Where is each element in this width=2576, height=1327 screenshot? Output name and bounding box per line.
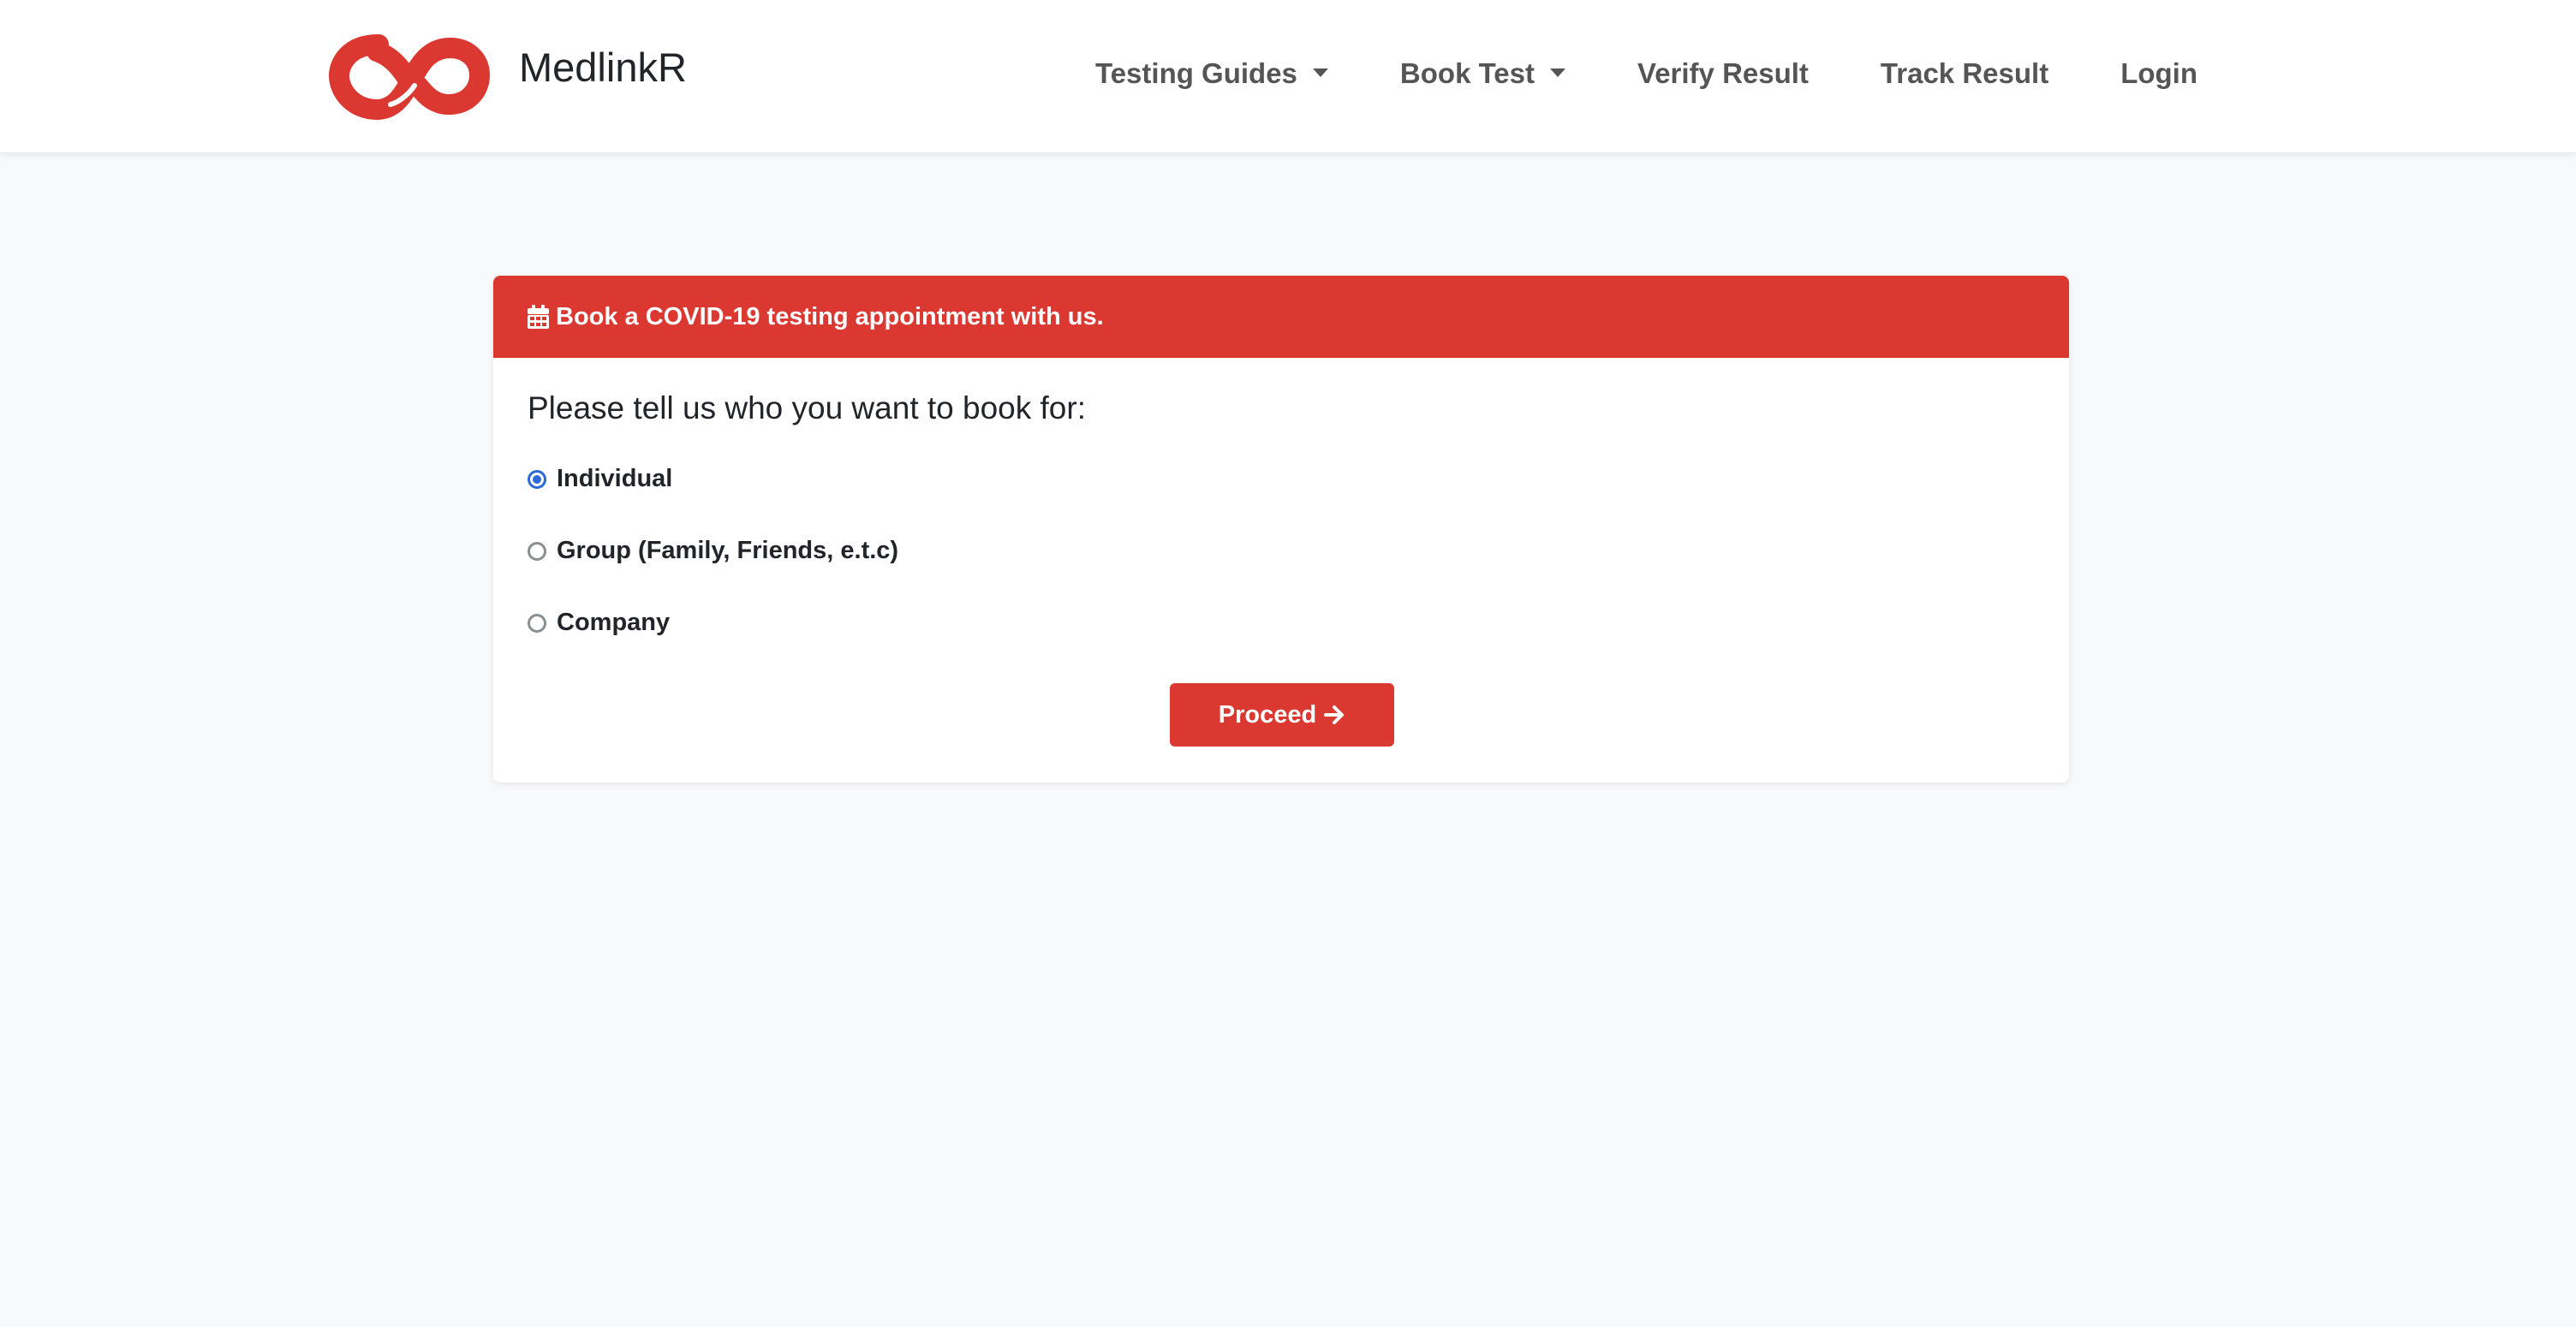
nav-track-result-label: Track Result [1880, 57, 2049, 89]
proceed-button-label: Proceed [1218, 700, 1317, 729]
infinity-logo-icon [329, 34, 491, 120]
nav-testing-guides[interactable]: Testing Guides [1095, 57, 1328, 90]
option-company[interactable]: Company [528, 609, 670, 637]
arrow-right-icon [1324, 705, 1345, 724]
radio-company[interactable] [528, 613, 546, 633]
nav-verify-result-label: Verify Result [1637, 57, 1809, 89]
chevron-down-icon [1312, 68, 1328, 77]
main-nav: Testing Guides Book Test Verify Result T… [1095, 0, 2197, 147]
card-body: Please tell us who you want to book for:… [493, 358, 2069, 783]
nav-track-result[interactable]: Track Result [1881, 57, 2048, 90]
card-title: Book a COVID-19 testing appointment with… [556, 302, 1104, 330]
calendar-icon [528, 305, 549, 329]
nav-verify-result[interactable]: Verify Result [1637, 57, 1809, 90]
nav-book-test-label: Book Test [1399, 57, 1535, 89]
nav-testing-guides-label: Testing Guides [1095, 57, 1297, 89]
nav-book-test[interactable]: Book Test [1400, 57, 1565, 90]
radio-individual[interactable] [528, 469, 546, 489]
option-individual-label: Individual [557, 465, 673, 492]
top-navbar: MedlinkR Testing Guides Book Test Verify… [0, 0, 2576, 153]
nav-login[interactable]: Login [2120, 57, 2197, 90]
card-header: Book a COVID-19 testing appointment with… [493, 276, 2069, 358]
option-group-label: Group (Family, Friends, e.t.c) [557, 537, 899, 564]
option-company-label: Company [557, 609, 671, 636]
booking-question: Please tell us who you want to book for: [528, 390, 1086, 425]
brand-name: MedlinkR [519, 44, 687, 90]
radio-group[interactable] [528, 541, 546, 561]
chevron-down-icon [1550, 68, 1565, 77]
option-individual[interactable]: Individual [528, 465, 672, 493]
option-group[interactable]: Group (Family, Friends, e.t.c) [528, 537, 898, 565]
booking-card: Book a COVID-19 testing appointment with… [493, 276, 2069, 783]
nav-login-label: Login [2120, 57, 2197, 89]
brand-link[interactable]: MedlinkR [329, 31, 687, 120]
proceed-button[interactable]: Proceed [1170, 683, 1394, 747]
